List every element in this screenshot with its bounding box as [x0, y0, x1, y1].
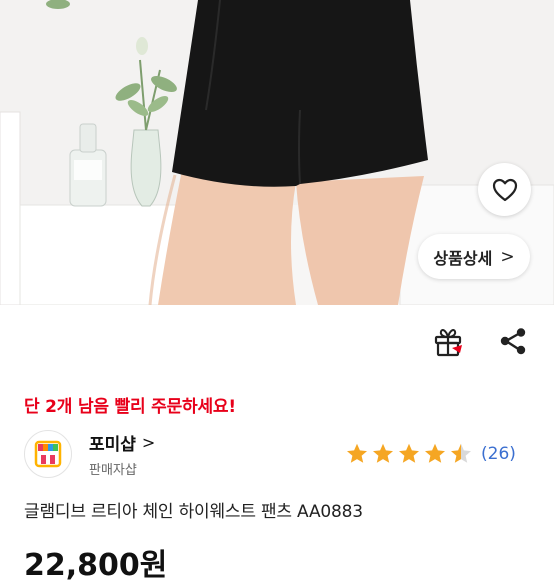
- product-title: 글램디브 르티아 체인 하이웨스트 팬츠 AA0883: [24, 502, 363, 522]
- shop-type: 판매자샵: [89, 463, 137, 478]
- rating[interactable]: (26): [345, 442, 516, 466]
- star-icon: [399, 443, 419, 463]
- chevron-right-icon: >: [141, 433, 156, 452]
- review-count[interactable]: (26): [481, 444, 516, 464]
- shop-link[interactable]: 포미샵 >: [89, 430, 155, 455]
- share-icon[interactable]: [496, 324, 530, 358]
- shop-logo-icon: [34, 440, 62, 468]
- star-icon: [425, 443, 445, 463]
- star-icon: [373, 443, 393, 463]
- star-rating: [345, 442, 473, 466]
- heart-icon: [492, 178, 517, 201]
- chevron-right-icon: >: [500, 246, 515, 267]
- shop-name: 포미샵: [89, 435, 136, 455]
- product-image[interactable]: 상품상세 >: [0, 0, 554, 305]
- product-detail-button[interactable]: 상품상세 >: [418, 234, 530, 279]
- product-price: 22,800원: [24, 548, 168, 583]
- gift-icon[interactable]: [431, 324, 465, 358]
- stock-alert: 단 2개 남음 빨리 주문하세요!: [24, 397, 236, 417]
- shop-avatar[interactable]: [24, 430, 72, 478]
- product-detail-label: 상품상세: [433, 248, 493, 268]
- star-icon: [451, 443, 471, 463]
- wishlist-button[interactable]: [478, 163, 531, 216]
- star-icon: [347, 443, 367, 463]
